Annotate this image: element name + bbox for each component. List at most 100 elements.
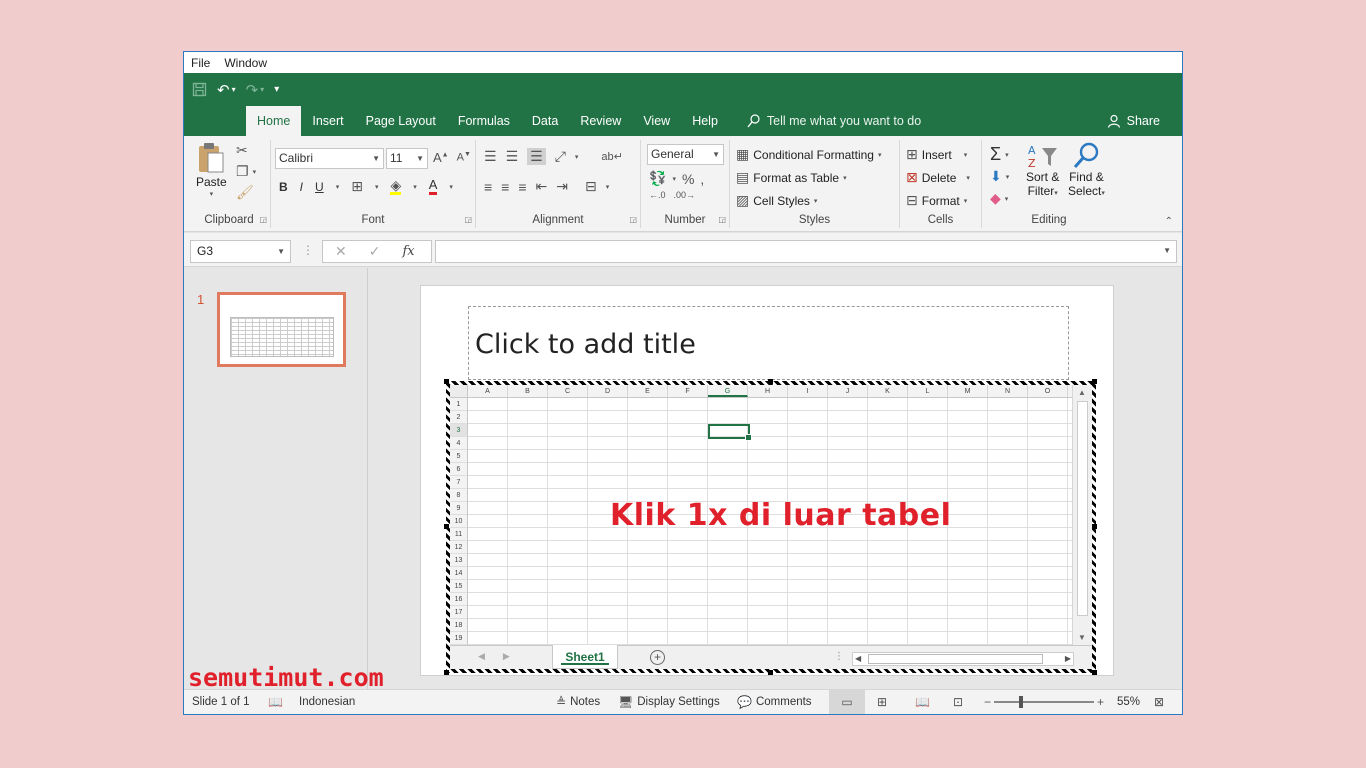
slide-canvas[interactable]: Click to add title ABCDEFGHIJKLMNO 12345…	[420, 285, 1114, 676]
delete-cells-button[interactable]: ⊠ Delete ▾	[906, 169, 970, 186]
column-header[interactable]: C	[548, 385, 588, 397]
scroll-down-icon[interactable]: ▼	[1078, 633, 1086, 642]
format-cells-button[interactable]: ⊟ Format ▾	[906, 192, 967, 209]
percent-icon[interactable]: %	[682, 171, 694, 187]
column-header[interactable]: B	[508, 385, 548, 397]
cancel-entry-icon[interactable]: ✕	[335, 243, 347, 260]
row-header[interactable]: 9	[450, 502, 467, 515]
column-header[interactable]: J	[828, 385, 868, 397]
column-header[interactable]: N	[988, 385, 1028, 397]
fill-button[interactable]: ⬇ ▾	[990, 168, 1009, 185]
italic-icon[interactable]: I	[300, 180, 303, 194]
resize-handle-tc[interactable]	[768, 379, 773, 384]
scroll-left-icon[interactable]: ◀	[855, 653, 861, 665]
align-right-icon[interactable]: ≡	[518, 179, 526, 195]
vertical-scroll-thumb[interactable]	[1077, 401, 1088, 616]
tab-view[interactable]: View	[632, 106, 681, 136]
tab-review[interactable]: Review	[569, 106, 632, 136]
column-header[interactable]: A	[468, 385, 508, 397]
language-indicator[interactable]: Indonesian	[299, 690, 355, 714]
column-header[interactable]: G	[708, 385, 748, 397]
row-header[interactable]: 12	[450, 541, 467, 554]
tab-insert[interactable]: Insert	[301, 106, 354, 136]
horizontal-scrollbar[interactable]: ◀ ▶	[852, 652, 1074, 666]
select-all-corner[interactable]	[450, 385, 468, 398]
row-header[interactable]: 3	[450, 424, 467, 437]
tab-data[interactable]: Data	[521, 106, 569, 136]
customize-qat-icon[interactable]: ▾	[274, 84, 279, 95]
bold-icon[interactable]: B	[279, 180, 288, 194]
row-header[interactable]: 13	[450, 554, 467, 567]
orientation-icon[interactable]: ⤢	[555, 148, 566, 165]
row-header[interactable]: 1	[450, 398, 467, 411]
resize-handle-ml[interactable]	[444, 524, 449, 529]
column-header[interactable]: F	[668, 385, 708, 397]
insert-function-icon[interactable]: fx	[402, 244, 414, 259]
cell-styles-button[interactable]: ▨ Cell Styles ▾	[736, 192, 817, 209]
zoom-slider-knob[interactable]	[1019, 696, 1023, 708]
row-header[interactable]: 4	[450, 437, 467, 450]
row-header[interactable]: 16	[450, 593, 467, 606]
resize-handle-bc[interactable]	[768, 670, 773, 675]
reading-view-button[interactable]: 📖	[915, 690, 930, 714]
row-header[interactable]: 11	[450, 528, 467, 541]
format-as-table-button[interactable]: ▤ Format as Table ▾	[736, 169, 847, 186]
underline-dropdown-icon[interactable]: ▾	[336, 183, 340, 191]
comments-button[interactable]: 💬 Comments	[737, 690, 812, 714]
align-left-icon[interactable]: ≡	[484, 179, 492, 195]
font-name-combo[interactable]: Calibri ▼	[275, 148, 384, 169]
align-center-icon[interactable]: ≡	[501, 179, 509, 195]
row-header[interactable]: 17	[450, 606, 467, 619]
underline-icon[interactable]: U	[315, 180, 324, 194]
column-header[interactable]: D	[588, 385, 628, 397]
zoom-level[interactable]: 55%	[1117, 690, 1140, 714]
increase-decimal-icon[interactable]: ←.0	[649, 190, 666, 200]
tab-home[interactable]: Home	[246, 106, 302, 136]
column-header[interactable]: L	[908, 385, 948, 397]
merge-center-icon[interactable]: ⊟	[585, 178, 597, 195]
display-settings-button[interactable]: 🖥 Display Settings	[618, 690, 720, 714]
number-format-combo[interactable]: General ▼	[647, 144, 724, 165]
increase-font-icon[interactable]: A▲	[433, 150, 449, 165]
column-header[interactable]: K	[868, 385, 908, 397]
add-sheet-icon[interactable]: +	[650, 650, 665, 665]
tell-me-box[interactable]: Tell me what you want to do	[747, 106, 921, 136]
row-header[interactable]: 18	[450, 619, 467, 632]
font-size-combo[interactable]: 11 ▼	[386, 148, 428, 169]
format-painter-button[interactable]: 🖌	[236, 184, 254, 201]
tab-formulas[interactable]: Formulas	[447, 106, 521, 136]
column-header[interactable]: O	[1028, 385, 1068, 397]
fill-color-dropdown-icon[interactable]: ▾	[413, 183, 417, 191]
expand-formula-bar-icon[interactable]: ▼	[1163, 246, 1171, 255]
row-header[interactable]: 19	[450, 632, 467, 645]
normal-view-button[interactable]: ▭	[829, 690, 865, 714]
borders-icon[interactable]: ⊞	[351, 178, 363, 195]
paste-button[interactable]: Paste ▾	[196, 142, 227, 198]
resize-handle-bl[interactable]	[444, 670, 449, 675]
column-header[interactable]: E	[628, 385, 668, 397]
collapse-ribbon-icon[interactable]: ⌃	[1165, 216, 1173, 227]
row-header[interactable]: 15	[450, 580, 467, 593]
bottom-align-icon[interactable]: ☰	[527, 148, 546, 165]
middle-align-icon[interactable]: ☰	[506, 148, 519, 165]
row-header[interactable]: 7	[450, 476, 467, 489]
vertical-scrollbar[interactable]: ▲ ▼	[1072, 385, 1092, 645]
slideshow-button[interactable]: ⊡	[953, 690, 963, 714]
clear-button[interactable]: ◆ ▾	[990, 190, 1008, 207]
number-launcher-icon[interactable]: ◲	[718, 215, 726, 224]
fill-color-icon[interactable]: ◈	[390, 178, 402, 195]
borders-dropdown-icon[interactable]: ▾	[375, 183, 379, 191]
save-icon[interactable]	[192, 82, 207, 97]
cut-button[interactable]: ✂	[236, 142, 248, 159]
row-header[interactable]: 6	[450, 463, 467, 476]
increase-indent-icon[interactable]: ⇥	[556, 178, 568, 195]
slide-sorter-button[interactable]: ⊞	[877, 690, 887, 714]
name-box[interactable]: G3 ▼	[190, 240, 291, 263]
wrap-text-icon[interactable]: ab↵	[601, 150, 622, 163]
conditional-formatting-button[interactable]: ▦ Conditional Formatting ▾	[736, 146, 881, 163]
scroll-up-icon[interactable]: ▲	[1078, 388, 1086, 397]
top-align-icon[interactable]: ☰	[484, 148, 497, 165]
column-header[interactable]: H	[748, 385, 788, 397]
row-header[interactable]: 10	[450, 515, 467, 528]
tab-page-layout[interactable]: Page Layout	[355, 106, 447, 136]
